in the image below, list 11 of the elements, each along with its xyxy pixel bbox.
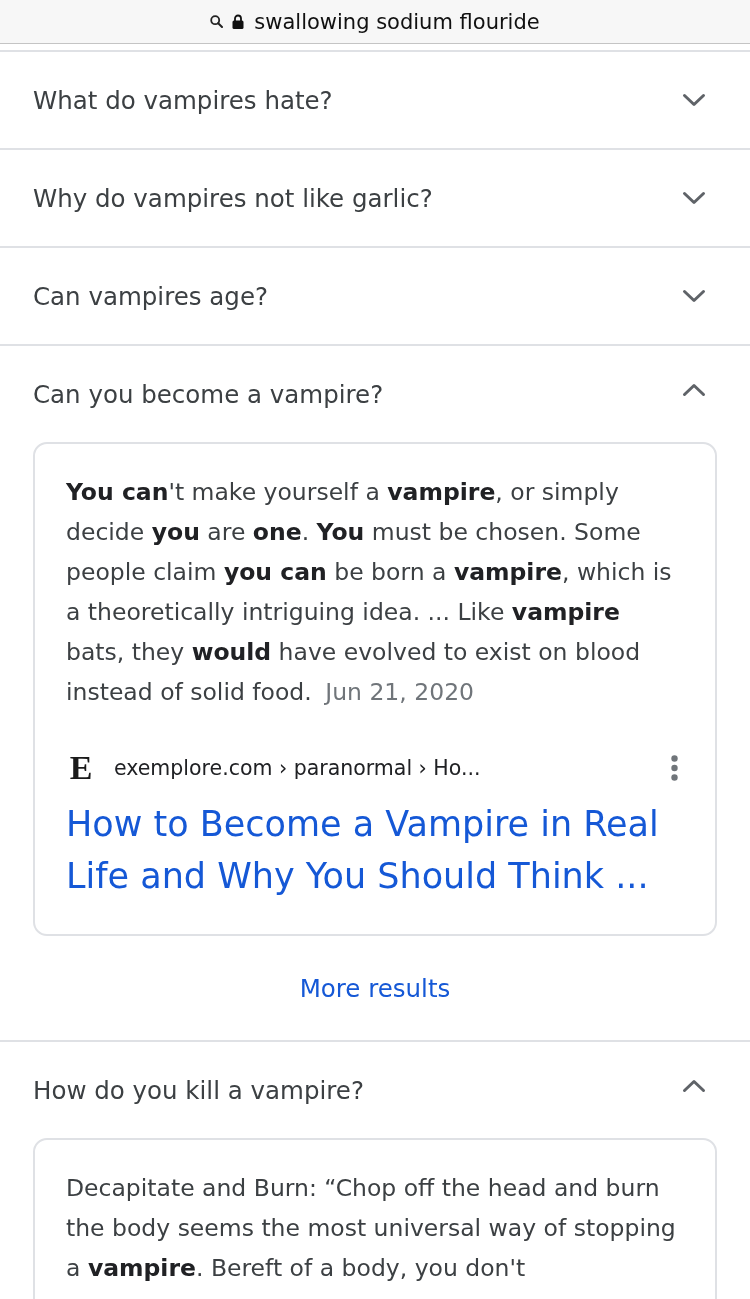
site-favicon: E [68, 751, 94, 785]
site-breadcrumb: exemplore.com › paranormal › Ho... [114, 756, 481, 780]
more-options-icon[interactable] [671, 755, 678, 781]
more-results-link[interactable]: More results [299, 973, 451, 1003]
address-text: swallowing sodium flouride [254, 8, 540, 35]
result-title-link[interactable]: How to Become a Vampire in Real Life and Why You Should Think ... [66, 798, 684, 902]
address-bar[interactable]: swallowing sodium flouride [0, 0, 750, 44]
answer-snippet: Decapitate and Burn: “Chop off the head and burn the body seems the most universal way of stopping a vampire. Bereft of a body, you don't [66, 1173, 677, 1284]
search-icon [210, 15, 224, 28]
answer-snippet: You can't make yourself a vampire, or simply decide you are one. You must be chosen. Some people claim you can be born a vampire, which is a theoretically intriguing idea. ... Like vampire bats, they would have evolved to exist on blood instead of solid food. Jun 21, 2020 [66, 477, 673, 708]
lock-icon [232, 14, 245, 29]
